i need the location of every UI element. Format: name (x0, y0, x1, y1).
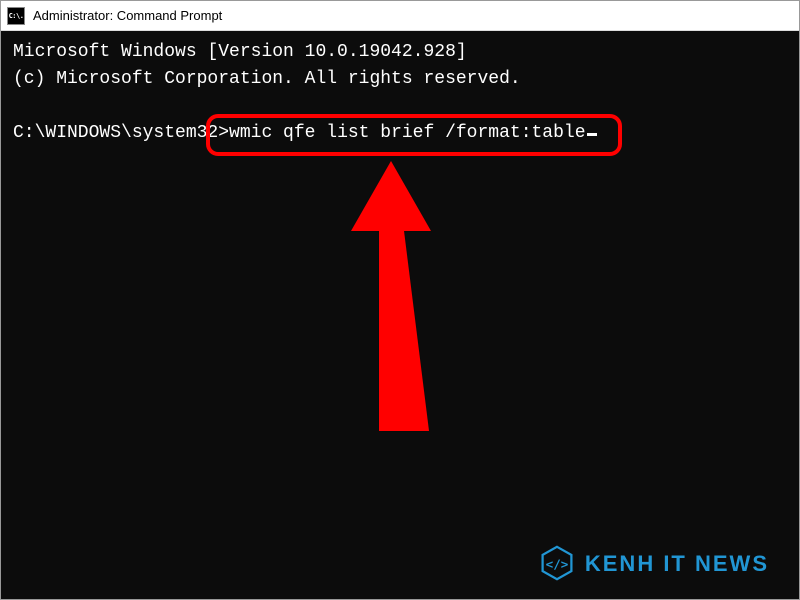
arrow-annotation (311, 151, 451, 451)
titlebar: C:\. Administrator: Command Prompt (1, 1, 799, 31)
copyright-line: (c) Microsoft Corporation. All rights re… (13, 66, 787, 93)
cursor (587, 133, 597, 136)
window-title: Administrator: Command Prompt (33, 8, 222, 23)
cmd-icon-text: C:\. (9, 12, 24, 20)
cmd-icon: C:\. (7, 7, 25, 25)
watermark-logo-icon: </> (539, 545, 575, 581)
version-line: Microsoft Windows [Version 10.0.19042.92… (13, 39, 787, 66)
prompt-line: C:\WINDOWS\system32>wmic qfe list brief … (13, 120, 787, 147)
svg-text:</>: </> (546, 556, 569, 571)
watermark: </> KENH IT NEWS (539, 545, 769, 581)
watermark-text: KENH IT NEWS (585, 547, 769, 580)
blank-line (13, 93, 787, 120)
prompt-text: C:\WINDOWS\system32> (13, 120, 229, 147)
command-text: wmic qfe list brief /format:table (229, 120, 585, 147)
terminal-area[interactable]: Microsoft Windows [Version 10.0.19042.92… (1, 31, 799, 599)
